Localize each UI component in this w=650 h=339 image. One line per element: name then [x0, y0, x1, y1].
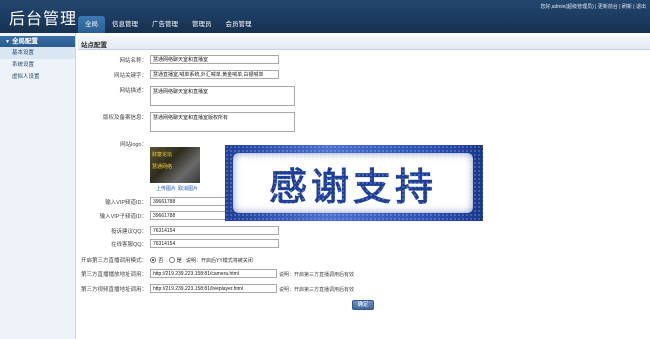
play-url-label: 第三方直播播放地址调用： [80, 272, 147, 278]
service-qq-label: 在线客服QQ： [110, 242, 147, 248]
cancel-image-link[interactable]: 取消图片 [178, 185, 198, 192]
nav-tab-2[interactable]: 广告管理 [145, 16, 185, 33]
sidebar-item-0[interactable]: 基本设置 [0, 47, 75, 59]
site-name-input[interactable] [150, 55, 279, 64]
video-url-note: 说明：开启第三方直播调用后有效 [279, 287, 355, 293]
copyright-textarea[interactable]: 慧通网络聊天室和直播室版权所有 [150, 112, 295, 132]
top-header: 后台管理 您好,admin(超级管理员) | 更新前台 | 刷新 | 退出 全局… [0, 0, 650, 33]
video-url-label: 第三方视频直播地址调用： [80, 287, 147, 293]
third-party-mode-label: 开启第三方直播调用模式： [80, 258, 147, 264]
sidebar-item-1[interactable]: 系统设置 [0, 59, 75, 71]
complaint-qq-input[interactable] [150, 226, 279, 235]
third-party-mode-radios: 否 是 说明：开启后YY模式将被关闭 [150, 256, 253, 264]
sidebar-item-2[interactable]: 虚拟人设置 [0, 71, 75, 83]
sidebar-section-header[interactable]: ▼ 全局配置 [0, 36, 75, 47]
nav-tab-4[interactable]: 会员管理 [219, 16, 259, 33]
brand-title: 后台管理 [9, 9, 78, 28]
logo-text-line2: 慧通网络 [152, 164, 173, 170]
third-party-mode-note: 说明：开启后YY模式将被关闭 [186, 257, 253, 264]
copyright-label: 版权及备案信息： [102, 115, 147, 121]
thanks-banner: 感谢支持 [225, 145, 483, 221]
complaint-qq-label: 投诉建议QQ： [110, 229, 147, 235]
logo-thumbnail: 财富论坛 慧通网络 [150, 147, 200, 183]
nav-tab-0[interactable]: 全局 [78, 16, 105, 33]
sidebar: ▼ 全局配置 基本设置 系统设置 虚拟人设置 [0, 33, 76, 339]
top-user-links[interactable]: 您好,admin(超级管理员) | 更新前台 | 刷新 | 退出 [540, 3, 646, 10]
panel-header: 站点配置 [78, 36, 650, 50]
logo-text-line1: 财富论坛 [152, 152, 173, 158]
upload-image-link[interactable]: 上传图片 [156, 185, 176, 192]
collapse-arrow-icon: ▼ [5, 39, 10, 45]
vip-subchannel-label: 输入VIP子频道ID： [99, 214, 147, 220]
sidebar-section-title: 全局配置 [11, 38, 38, 45]
site-name-label: 网站名称： [119, 58, 147, 64]
submit-button[interactable]: 确定 [352, 300, 374, 310]
play-url-input[interactable] [150, 269, 277, 278]
site-keywords-label: 网站关键字： [113, 73, 147, 79]
vip-channel-label: 输入VIP频道ID： [105, 200, 147, 206]
panel-title: 站点配置 [81, 42, 107, 49]
nav-tab-1[interactable]: 信息管理 [105, 16, 145, 33]
logo-label: 网站logo： [120, 142, 147, 148]
radio-yes[interactable] [168, 257, 175, 263]
site-description-label: 网站描述： [119, 88, 147, 94]
banner-panel: 感谢支持 [233, 153, 473, 213]
radio-no[interactable] [150, 257, 156, 263]
radio-yes-label: 是 [176, 258, 183, 264]
banner-text: 感谢支持 [268, 164, 437, 209]
sidebar-menu: 基本设置 系统设置 虚拟人设置 [0, 47, 75, 83]
play-url-note: 说明：开启第三方直播调用后有效 [279, 272, 355, 278]
main-nav: 全局 信息管理 广告管理 管理员 会员管理 [78, 16, 259, 33]
site-description-textarea[interactable]: 慧通网络聊天室和直播室 [150, 86, 295, 106]
service-qq-input[interactable] [150, 239, 279, 248]
site-keywords-input[interactable] [150, 70, 279, 79]
radio-no-label: 否 [158, 258, 164, 264]
video-url-input[interactable] [150, 284, 277, 293]
nav-tab-3[interactable]: 管理员 [185, 16, 219, 33]
